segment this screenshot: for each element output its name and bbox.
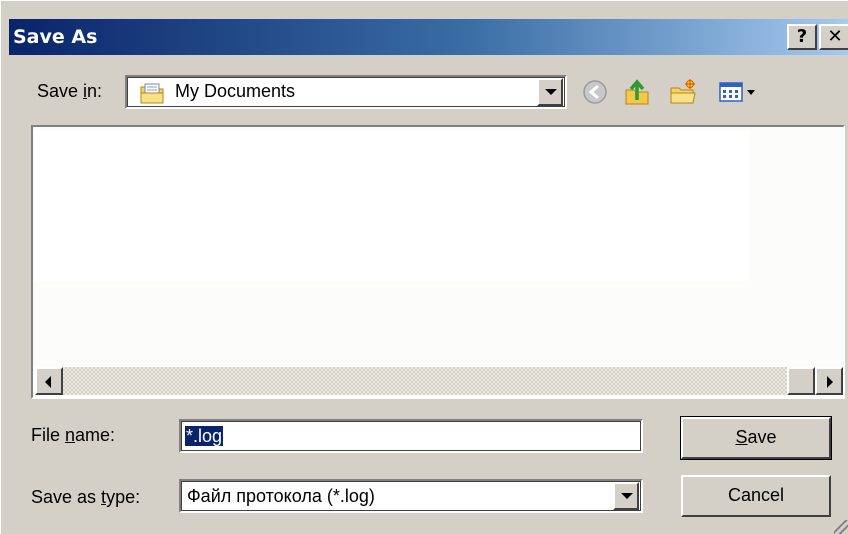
arrow-right-icon xyxy=(827,376,833,388)
chevron-down-icon xyxy=(621,493,633,499)
save-in-value: My Documents xyxy=(175,81,296,101)
save-in-dropdown[interactable]: My Documents xyxy=(125,75,567,109)
resize-grip[interactable] xyxy=(834,520,848,534)
close-button[interactable]: ✕ xyxy=(819,24,848,50)
save-as-type-dropdown[interactable]: Файл протокола (*.log) xyxy=(179,479,643,513)
help-button[interactable]: ? xyxy=(787,24,817,50)
save-in-label: Save in: xyxy=(37,81,103,101)
new-folder-icon[interactable] xyxy=(669,78,697,106)
my-documents-folder-icon xyxy=(140,83,164,104)
save-as-dialog: Save As ? ✕ Save in: My Documents File n… xyxy=(0,0,848,534)
file-name-label: File name: xyxy=(31,425,116,445)
cancel-button[interactable]: Cancel xyxy=(681,475,831,517)
views-menu-icon[interactable] xyxy=(717,78,765,106)
close-icon: ✕ xyxy=(827,26,843,47)
up-folder-icon[interactable] xyxy=(623,78,651,106)
window-title: Save As xyxy=(13,26,98,48)
horizontal-scrollbar[interactable] xyxy=(35,367,843,395)
save-as-type-label: Save as type: xyxy=(31,487,141,507)
save-in-dropdown-button[interactable] xyxy=(537,78,563,106)
save-as-type-dropdown-button[interactable] xyxy=(613,482,639,510)
file-name-value: *.log xyxy=(185,426,224,446)
arrow-left-icon xyxy=(45,376,51,388)
file-name-input[interactable]: *.log xyxy=(179,419,643,453)
save-button[interactable]: Save xyxy=(680,416,832,460)
scroll-right-button[interactable] xyxy=(815,367,843,395)
scroll-left-button[interactable] xyxy=(35,367,63,395)
save-as-type-value: Файл протокола (*.log) xyxy=(187,486,375,506)
back-icon[interactable] xyxy=(581,78,609,106)
chevron-down-icon xyxy=(545,89,557,95)
help-icon: ? xyxy=(796,26,808,47)
title-bar[interactable]: Save As xyxy=(9,19,848,55)
scrollbar-thumb[interactable] xyxy=(787,367,815,395)
file-list-view[interactable] xyxy=(31,125,845,399)
